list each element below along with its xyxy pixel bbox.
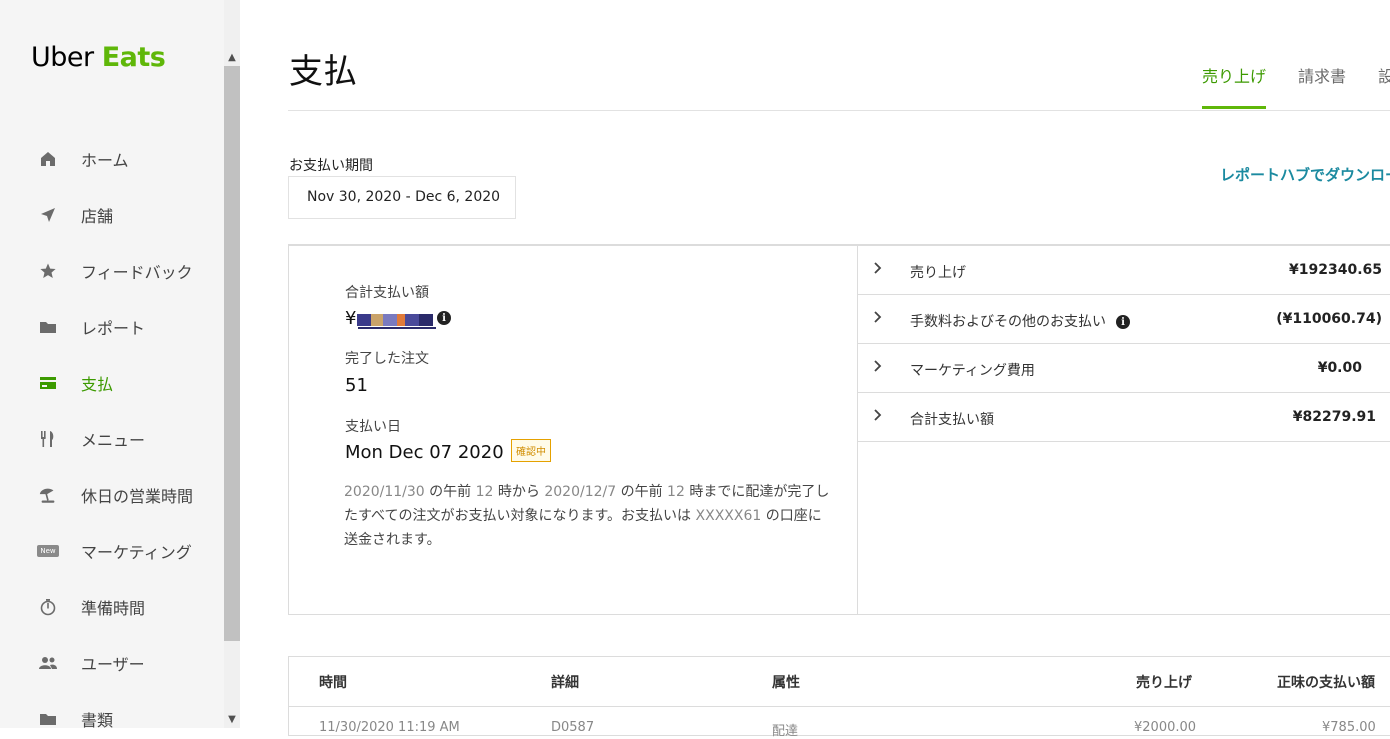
- desc-text: の午前: [424, 484, 476, 500]
- chevron-right-icon: [873, 407, 883, 426]
- sidebar-item-label: レポート: [81, 319, 146, 338]
- breakdown-value: ¥82279.91: [1292, 409, 1376, 425]
- info-icon[interactable]: i: [1116, 315, 1130, 329]
- umbrella-icon: [38, 485, 58, 505]
- breakdown-value: ¥0.00: [1317, 360, 1362, 376]
- redacted-block: [397, 314, 405, 326]
- sidebar-item-label: 休日の営業時間: [81, 487, 194, 506]
- table-cell-attribute: 配達: [772, 724, 799, 739]
- stopwatch-icon: [38, 597, 58, 617]
- sidebar-item-prep-time[interactable]: 準備時間: [0, 587, 224, 627]
- column-header-details[interactable]: 詳細: [551, 672, 579, 692]
- active-tab-indicator: [1202, 106, 1266, 109]
- column-header-attribute[interactable]: 属性: [772, 672, 800, 692]
- breakdown-label: 売り上げ: [910, 265, 966, 281]
- tab-sales[interactable]: 売り上げ: [1202, 63, 1266, 87]
- status-badge: 確認中: [511, 439, 551, 462]
- completed-orders-value: 51: [345, 375, 368, 396]
- redacted-underline: [358, 327, 436, 329]
- chevron-right-icon: [873, 309, 883, 328]
- logo-eats-text: Eats: [101, 42, 166, 73]
- breakdown-label: マーケティング費用: [910, 363, 1035, 379]
- uber-eats-logo[interactable]: Uber Eats: [31, 42, 166, 73]
- new-badge-text: New: [37, 545, 59, 557]
- sidebar-item-payments[interactable]: 支払: [0, 363, 224, 403]
- new-badge-icon: New: [37, 541, 59, 561]
- total-payout-label: 合計支払い額: [345, 285, 429, 301]
- sidebar-item-holiday-hours[interactable]: 休日の営業時間: [0, 475, 224, 515]
- location-arrow-icon: [38, 205, 58, 225]
- breakdown-row-sales[interactable]: 売り上げ ¥192340.65: [858, 246, 1390, 295]
- sidebar-item-feedback[interactable]: フィードバック: [0, 251, 224, 291]
- sidebar-item-label: 書類: [81, 711, 114, 730]
- home-icon: [38, 149, 58, 169]
- logo-uber-text: Uber: [31, 42, 94, 73]
- column-header-time[interactable]: 時間: [319, 672, 347, 692]
- breakdown-row-marketing[interactable]: マーケティング費用 ¥0.00: [858, 344, 1390, 393]
- scroll-down-arrow-icon[interactable]: ▼: [224, 712, 240, 728]
- redacted-block: [371, 314, 383, 326]
- breakdown-value: (¥110060.74): [1276, 311, 1382, 327]
- desc-hour: 12: [667, 484, 685, 500]
- payday-value: Mon Dec 07 2020: [345, 442, 504, 463]
- sidebar-item-label: マーケティング: [81, 543, 192, 562]
- sidebar-item-label: フィードバック: [81, 263, 193, 282]
- completed-orders-label: 完了した注文: [345, 351, 429, 367]
- redacted-block: [357, 314, 371, 326]
- sidebar-item-menu[interactable]: メニュー: [0, 419, 224, 459]
- chevron-right-icon: [873, 260, 883, 279]
- page-title: 支払: [289, 52, 357, 92]
- users-icon: [38, 653, 58, 673]
- credit-card-icon: [38, 373, 58, 393]
- folder-icon: [38, 317, 58, 337]
- fork-knife-icon: [38, 429, 58, 449]
- redacted-block: [419, 314, 433, 326]
- total-payout-value-redacted: ¥: [345, 308, 437, 330]
- scrollbar-thumb[interactable]: [224, 66, 240, 641]
- desc-to-date: 2020/12/7: [544, 484, 617, 500]
- redacted-block: [405, 314, 419, 326]
- desc-from-date: 2020/11/30: [344, 484, 425, 500]
- breakdown-label: 合計支払い額: [910, 412, 994, 428]
- star-icon: [38, 261, 58, 281]
- desc-text: 時から: [493, 484, 545, 500]
- sidebar-item-stores[interactable]: 店舗: [0, 195, 224, 235]
- payout-description: 2020/11/30 の午前 12 時から 2020/12/7 の午前 12 時…: [344, 480, 834, 552]
- sidebar-item-home[interactable]: ホーム: [0, 139, 224, 179]
- payment-period-picker[interactable]: Nov 30, 2020 - Dec 6, 2020: [288, 176, 516, 219]
- sidebar-item-reports[interactable]: レポート: [0, 307, 224, 347]
- sidebar-item-label: メニュー: [81, 431, 146, 450]
- payday-label: 支払い日: [345, 419, 401, 435]
- desc-text: の午前: [616, 484, 668, 500]
- chevron-right-icon: [873, 358, 883, 377]
- report-hub-download-link[interactable]: レポートハブでダウンロー: [1220, 164, 1390, 185]
- tab-invoices[interactable]: 請求書: [1298, 63, 1346, 87]
- scrollbar-track-top: [224, 0, 240, 48]
- desc-account: XXXXX61: [695, 508, 762, 524]
- payment-period-label: お支払い期間: [289, 158, 373, 174]
- sidebar-item-label: ユーザー: [81, 655, 145, 674]
- sidebar-item-label: 支払: [81, 375, 114, 394]
- sidebar-item-marketing[interactable]: New マーケティング: [0, 531, 224, 571]
- sidebar-item-label: 店舗: [81, 207, 114, 226]
- scroll-up-arrow-icon[interactable]: ▲: [224, 50, 240, 66]
- table-header-divider: [289, 706, 1390, 707]
- breakdown-row-fees[interactable]: 手数料およびその他のお支払い i (¥110060.74): [858, 295, 1390, 344]
- desc-hour: 12: [475, 484, 494, 500]
- tab-settings[interactable]: 設: [1378, 63, 1390, 87]
- sidebar-item-documents[interactable]: 書類: [0, 699, 224, 739]
- sidebar-item-users[interactable]: ユーザー: [0, 643, 224, 683]
- breakdown-label: 手数料およびその他のお支払い: [910, 314, 1106, 330]
- breakdown-value: ¥192340.65: [1289, 262, 1382, 278]
- sidebar-item-label: ホーム: [81, 151, 129, 170]
- folder-icon: [38, 709, 58, 729]
- info-icon[interactable]: i: [437, 311, 451, 325]
- redacted-block: [383, 314, 397, 326]
- sidebar-item-label: 準備時間: [81, 599, 146, 618]
- currency-symbol: ¥: [345, 308, 357, 329]
- column-header-sales[interactable]: 売り上げ: [1136, 672, 1192, 692]
- breakdown-row-total[interactable]: 合計支払い額 ¥82279.91: [858, 393, 1390, 442]
- column-header-net-payout[interactable]: 正味の支払い額: [1277, 672, 1375, 692]
- header-divider: [288, 110, 1390, 111]
